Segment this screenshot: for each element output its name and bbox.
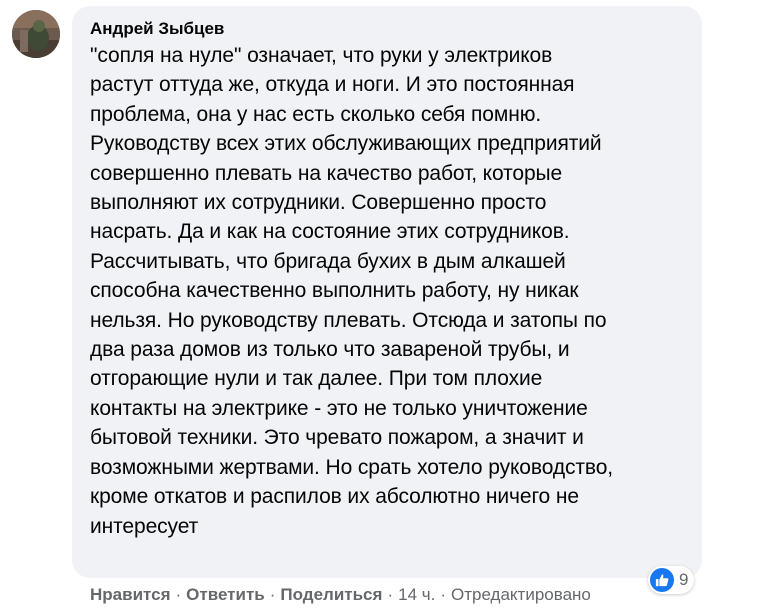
- like-thumb-icon: [650, 568, 674, 592]
- reaction-count: 9: [679, 570, 689, 589]
- edited-label[interactable]: Отредактировано: [451, 584, 591, 606]
- share-button[interactable]: Поделиться: [280, 584, 382, 606]
- separator: ·: [175, 585, 182, 604]
- comment-actions: Нравится · Ответить · Поделиться · 14 ч.…: [90, 584, 591, 606]
- avatar-image: [12, 10, 60, 58]
- reply-button[interactable]: Ответить: [186, 584, 265, 606]
- separator: ·: [387, 585, 394, 604]
- avatar[interactable]: [12, 10, 60, 58]
- separator: ·: [269, 585, 276, 604]
- comment-text: "сопля на нуле" означает, что руки у эле…: [90, 44, 614, 538]
- like-button[interactable]: Нравится: [90, 584, 171, 606]
- comment-timestamp[interactable]: 14 ч.: [398, 584, 435, 606]
- separator: ·: [440, 585, 446, 604]
- reactions-summary[interactable]: 9: [648, 566, 695, 594]
- comment-author[interactable]: Андрей Зыбцев: [90, 18, 684, 40]
- comment-bubble: Андрей Зыбцев "сопля на нуле" означает, …: [72, 6, 702, 578]
